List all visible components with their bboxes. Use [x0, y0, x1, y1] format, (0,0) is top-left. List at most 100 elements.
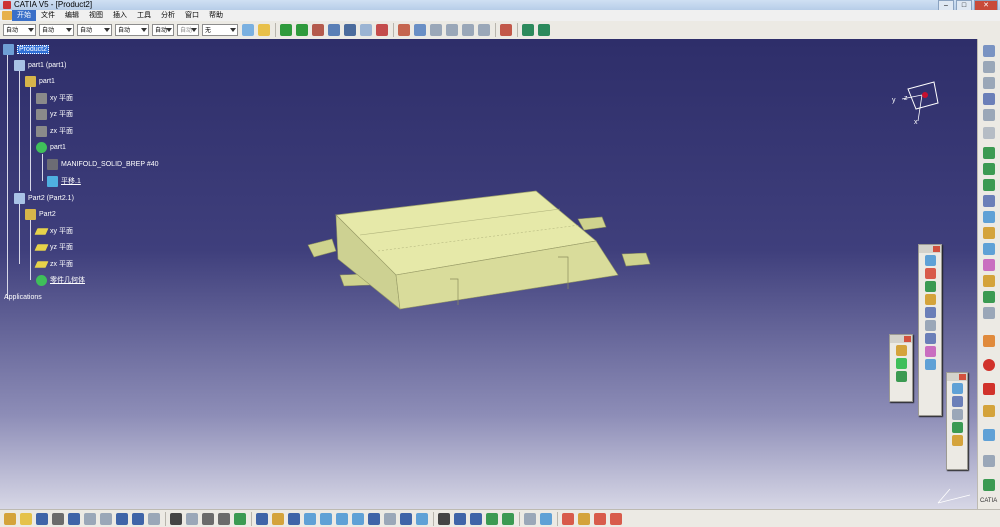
- formula-icon[interactable]: [170, 512, 182, 525]
- explode-icon[interactable]: [328, 24, 340, 36]
- redo-icon[interactable]: [132, 512, 144, 525]
- clash-icon[interactable]: [344, 24, 356, 36]
- tool-icon[interactable]: [983, 195, 995, 207]
- tree-node-geometry-body[interactable]: 零件几何体: [36, 274, 85, 286]
- rotate-icon[interactable]: [304, 512, 316, 525]
- layer-combo[interactable]: 无: [202, 24, 238, 36]
- tool-icon[interactable]: [983, 455, 995, 467]
- tool-icon[interactable]: [983, 77, 995, 89]
- palette-close-icon[interactable]: [904, 336, 911, 342]
- manipulate-icon[interactable]: [296, 24, 308, 36]
- tree-node-zx-plane-2[interactable]: zx 平面: [34, 258, 73, 270]
- menu-edit[interactable]: 编辑: [60, 10, 84, 21]
- tool-icon[interactable]: [951, 396, 963, 407]
- tool-icon[interactable]: [983, 45, 995, 57]
- tool-icon[interactable]: [983, 109, 995, 121]
- tool-icon[interactable]: [983, 211, 995, 223]
- transparency-combo[interactable]: 自动: [39, 24, 74, 36]
- tree-node-yz-plane-2[interactable]: yz 平面: [34, 241, 73, 253]
- menu-insert[interactable]: 插入: [108, 10, 132, 21]
- catalog-icon[interactable]: [522, 24, 534, 36]
- snap-icon[interactable]: [312, 24, 324, 36]
- iso-view-icon[interactable]: [368, 512, 380, 525]
- menu-help[interactable]: 帮助: [204, 10, 228, 21]
- tree-node-product2[interactable]: Product2: [3, 43, 50, 55]
- tool-icon[interactable]: [983, 479, 995, 491]
- pan-icon[interactable]: [288, 512, 300, 525]
- stop-icon[interactable]: [983, 359, 995, 371]
- paste-icon[interactable]: [100, 512, 112, 525]
- tree-node-zx-plane[interactable]: zx 平面: [36, 125, 73, 137]
- move-compass-icon[interactable]: [280, 24, 292, 36]
- tree-node-yz-plane[interactable]: yz 平面: [36, 108, 73, 120]
- point-symbol-combo[interactable]: 自动: [152, 24, 174, 36]
- tool-icon[interactable]: [983, 307, 995, 319]
- cut-icon[interactable]: [68, 512, 80, 525]
- linetype-combo[interactable]: 自动: [115, 24, 149, 36]
- tool-icon[interactable]: [983, 243, 995, 255]
- tool-icon[interactable]: [562, 512, 574, 525]
- update-icon[interactable]: [398, 24, 410, 36]
- tool-icon[interactable]: [983, 383, 995, 395]
- tool-icon[interactable]: [924, 281, 936, 292]
- tree-node-part2-instance[interactable]: Part2 (Part2.1): [14, 192, 74, 204]
- tool-icon[interactable]: [924, 333, 936, 344]
- tool-icon[interactable]: [983, 227, 995, 239]
- 3d-viewport[interactable]: Product2 part1 (part1) part1 xy 平面 yz 平面…: [0, 39, 977, 509]
- tool-icon[interactable]: [895, 358, 907, 369]
- color-combo[interactable]: 自动: [3, 24, 36, 36]
- new-product-icon[interactable]: [446, 24, 458, 36]
- start-menu-icon[interactable]: [2, 11, 12, 20]
- tool-icon[interactable]: [486, 512, 498, 525]
- tool-icon[interactable]: [983, 127, 995, 139]
- cursor-icon[interactable]: [983, 335, 995, 347]
- tool-icon[interactable]: [524, 512, 536, 525]
- tool-icon[interactable]: [983, 61, 995, 73]
- copy-format-icon[interactable]: [258, 24, 270, 36]
- tool-icon[interactable]: [610, 512, 622, 525]
- tool-icon[interactable]: [951, 383, 963, 394]
- undo-icon[interactable]: [116, 512, 128, 525]
- line-thickness-combo[interactable]: 自动: [77, 24, 112, 36]
- menu-file[interactable]: 文件: [36, 10, 60, 21]
- tool-icon[interactable]: [983, 179, 995, 191]
- tool-icon[interactable]: [924, 255, 936, 266]
- existing-component-icon[interactable]: [462, 24, 474, 36]
- tool-icon[interactable]: [983, 163, 995, 175]
- comment-icon[interactable]: [186, 512, 198, 525]
- open-icon[interactable]: [20, 512, 32, 525]
- orientation-compass[interactable]: [888, 77, 948, 127]
- swap-visible-icon[interactable]: [416, 512, 428, 525]
- tool-icon[interactable]: [895, 371, 907, 382]
- tool-icon[interactable]: [578, 512, 590, 525]
- tool-icon[interactable]: [924, 359, 936, 370]
- tool-icon[interactable]: [951, 422, 963, 433]
- zoom-out-icon[interactable]: [336, 512, 348, 525]
- tool-icon[interactable]: [983, 259, 995, 271]
- tree-node-part2[interactable]: Part2: [25, 208, 56, 220]
- shading-icon[interactable]: [384, 512, 396, 525]
- fit-all-icon[interactable]: [272, 512, 284, 525]
- copy-icon[interactable]: [84, 512, 96, 525]
- normal-view-icon[interactable]: [352, 512, 364, 525]
- menu-start[interactable]: 开始: [12, 10, 36, 21]
- tool-icon[interactable]: [924, 320, 936, 331]
- new-icon[interactable]: [4, 512, 16, 525]
- hide-show-icon[interactable]: [400, 512, 412, 525]
- publication-icon[interactable]: [538, 24, 550, 36]
- replace-component-icon[interactable]: [478, 24, 490, 36]
- tool-icon[interactable]: [218, 512, 230, 525]
- measure-icon[interactable]: [360, 24, 372, 36]
- tool-icon[interactable]: [924, 294, 936, 305]
- rendering-style-combo[interactable]: 自动: [177, 24, 199, 36]
- palette-close-icon[interactable]: [933, 246, 940, 252]
- tool-icon[interactable]: [983, 429, 995, 441]
- menu-analyze[interactable]: 分析: [156, 10, 180, 21]
- tool-icon[interactable]: [594, 512, 606, 525]
- tool-icon[interactable]: [924, 307, 936, 318]
- tool-icon[interactable]: [983, 291, 995, 303]
- tool-icon[interactable]: [895, 345, 907, 356]
- analysis-icon[interactable]: [500, 24, 512, 36]
- tool-icon[interactable]: [983, 93, 995, 105]
- tree-node-body[interactable]: part1: [36, 141, 66, 153]
